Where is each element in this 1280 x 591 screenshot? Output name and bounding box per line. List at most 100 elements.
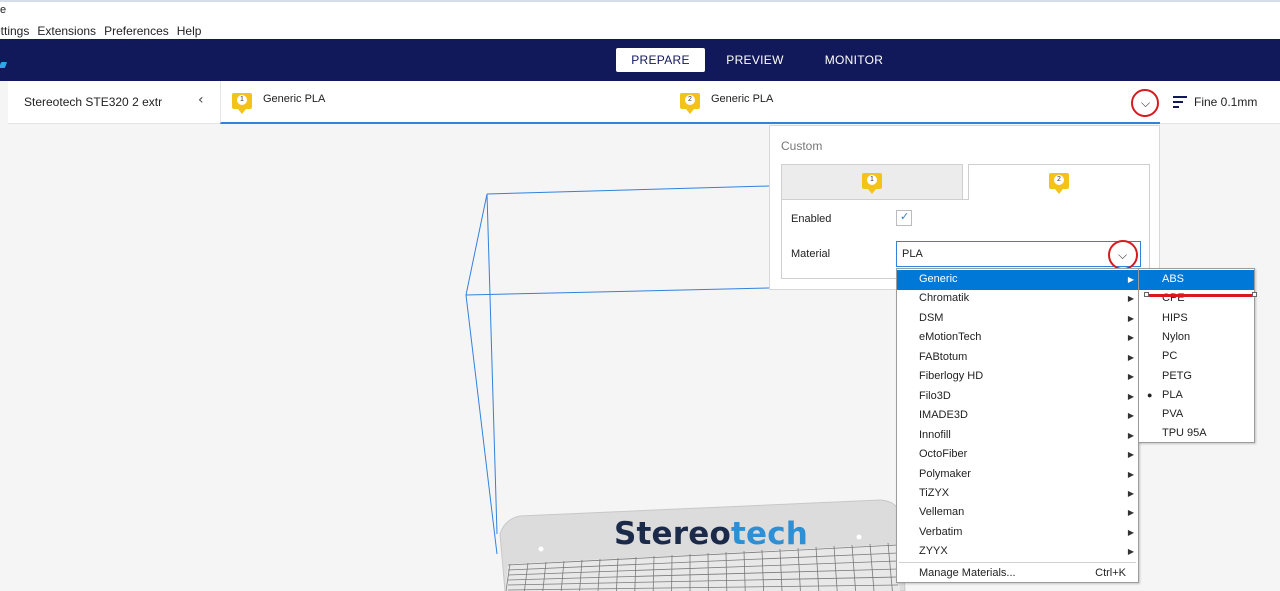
brand-menu-item-label: Fiberlogy HD [919, 370, 984, 383]
brand-menu-item[interactable]: IMADE3D ▶ [897, 406, 1138, 426]
brand-menu-item-label: IMADE3D [919, 409, 968, 422]
extruder-2-material: Generic PLA [711, 93, 774, 105]
submenu-arrow-icon: ▶ [1127, 508, 1134, 518]
tab-extruder-2[interactable]: 2 [968, 164, 1150, 200]
checkmark-icon: ✓ [900, 210, 910, 223]
brand-menu-item[interactable]: ZYYX ▶ [897, 542, 1138, 562]
chevron-down-icon: ⌵ [1141, 96, 1151, 110]
manage-materials-item[interactable]: Manage Materials... Ctrl+K [897, 564, 1138, 584]
brand-menu-item[interactable]: Innofill ▶ [897, 426, 1138, 446]
material-type-item[interactable]: ● PLA [1139, 386, 1254, 406]
brand-menu-item-label: Filo3D [919, 389, 951, 402]
tab-monitor[interactable]: MONITOR [812, 48, 896, 72]
brand-menu-item[interactable]: Verbatim ▶ [897, 523, 1138, 543]
brand-menu-item-label: TiZYX [919, 486, 950, 499]
chevron-down-icon: ⌵ [1118, 248, 1128, 262]
brand-menu-item[interactable]: Generic ▶ [897, 270, 1138, 290]
submenu-arrow-icon: ▶ [1127, 275, 1134, 284]
stage-header: PREPARE PREVIEW MONITOR [0, 39, 1280, 81]
material-type-label: ABS [1162, 273, 1185, 285]
submenu-arrow-icon: ▶ [1127, 527, 1134, 537]
brand-menu-item[interactable]: Filo3D ▶ [897, 387, 1138, 407]
menu-help[interactable]: Help [177, 24, 202, 38]
material-select[interactable]: PLA ⌵ [896, 240, 1141, 270]
submenu-arrow-icon: ▶ [1127, 547, 1134, 557]
brand-menu-item-label: OctoFiber [919, 448, 968, 461]
brand-menu-item[interactable]: OctoFiber ▶ [897, 445, 1138, 465]
brand-menu-item-label: DSM [919, 311, 944, 324]
app-logo-icon [0, 62, 8, 68]
manage-materials-label: Manage Materials... [919, 567, 1016, 579]
build-volume-edge-top [486, 185, 770, 195]
submenu-arrow-icon: ▶ [1127, 469, 1134, 479]
annotation-underline [1144, 292, 1257, 297]
submenu-arrow-icon: ▶ [1127, 313, 1134, 323]
submenu-arrow-icon: ▶ [1127, 333, 1134, 343]
material-type-item[interactable]: HIPS [1139, 309, 1254, 329]
brand-menu-item-label: eMotionTech [919, 331, 982, 344]
brand-menu-item-label: Chromatik [919, 292, 970, 305]
popup-title: Custom [781, 139, 823, 153]
submenu-arrow-icon: ▶ [1127, 352, 1134, 362]
extruder-settings-body: Enabled ✓ Material PLA ⌵ [781, 199, 1150, 279]
submenu-arrow-icon: ▶ [1127, 450, 1134, 460]
extruder-1-badge-icon: 1 [232, 93, 252, 114]
material-value: PLA [902, 248, 923, 260]
brand-menu-item-label: FABtotum [919, 350, 968, 363]
submenu-arrow-icon: ▶ [1127, 294, 1134, 304]
material-type-item[interactable]: PC [1139, 347, 1254, 367]
extruder-1-badge-icon: 1 [862, 173, 882, 194]
print-settings-icon [1173, 96, 1187, 111]
extruder-2-badge-icon: 2 [1049, 173, 1069, 194]
material-type-item[interactable]: ABS [1139, 270, 1254, 290]
brand-menu-item-label: Generic [919, 273, 958, 285]
menu-settings[interactable]: ettings [0, 24, 29, 38]
extruder-materials-bar[interactable]: 1 Generic PLA 2 Generic PLA ⌵ [220, 81, 1160, 124]
material-type-item[interactable]: PETG [1139, 367, 1254, 387]
tab-prepare[interactable]: PREPARE [616, 48, 705, 72]
material-type-item[interactable]: TPU 95A [1139, 424, 1254, 444]
selected-bullet-icon: ● [1147, 389, 1153, 400]
extruder-1-material: Generic PLA [263, 93, 326, 105]
brand-menu-item[interactable]: Velleman ▶ [897, 503, 1138, 523]
material-type-item[interactable]: CPE [1139, 289, 1254, 309]
tab-extruder-1[interactable]: 1 [781, 164, 963, 200]
brand-menu-item[interactable]: TiZYX ▶ [897, 484, 1138, 504]
material-label: Material [791, 248, 831, 260]
menu-bar: e ettings Extensions Preferences Help [0, 0, 1280, 39]
quality-label: Fine 0.1mm [1194, 95, 1258, 109]
brand-menu-item-label: Polymaker [919, 467, 971, 480]
material-type-label: HIPS [1162, 311, 1188, 324]
brand-menu-item-label: Verbatim [919, 525, 963, 538]
materials-expand-button[interactable]: ⌵ [1131, 89, 1159, 117]
extruder-2-badge-icon: 2 [680, 93, 700, 114]
brand-menu-item[interactable]: eMotionTech ▶ [897, 328, 1138, 348]
print-settings-selector[interactable]: Fine 0.1mm [1160, 81, 1280, 124]
material-type-label: Nylon [1162, 330, 1191, 343]
brand-menu-item-label: Velleman [919, 506, 965, 519]
brand-menu-item-label: Innofill [919, 428, 951, 441]
material-type-label: PLA [1162, 388, 1183, 401]
enabled-checkbox[interactable]: ✓ [896, 210, 912, 226]
submenu-arrow-icon: ▶ [1127, 430, 1134, 440]
tab-preview[interactable]: PREVIEW [716, 48, 794, 72]
brand-menu-item[interactable]: Polymaker ▶ [897, 465, 1138, 485]
material-dropdown-button[interactable]: ⌵ [1108, 240, 1138, 270]
brand-menu-item[interactable]: DSM ▶ [897, 309, 1138, 329]
chevron-left-icon[interactable]: ‹ [198, 92, 204, 108]
printer-selector[interactable]: Stereotech STE320 2 extr ‹ [8, 81, 220, 124]
material-type-label: PETG [1162, 369, 1192, 382]
menu-extensions[interactable]: Extensions [37, 24, 96, 38]
material-type-label: PC [1162, 350, 1178, 363]
brand-menu-item[interactable]: Chromatik ▶ [897, 289, 1138, 309]
material-brand-menu: Generic ▶ Chromatik ▶ DSM ▶ eMotionTech ▶ FABtot… [896, 268, 1139, 583]
material-type-label: TPU 95A [1162, 427, 1207, 440]
build-volume-edge-middle [465, 287, 770, 296]
material-type-item[interactable]: PVA [1139, 405, 1254, 425]
brand-menu-item-label: ZYYX [919, 545, 948, 558]
menu-preferences[interactable]: Preferences [104, 24, 169, 38]
brand-menu-item[interactable]: FABtotum ▶ [897, 348, 1138, 368]
brand-menu-item[interactable]: Fiberlogy HD ▶ [897, 367, 1138, 387]
manage-materials-shortcut: Ctrl+K [1095, 567, 1126, 579]
material-type-item[interactable]: Nylon [1139, 328, 1254, 348]
